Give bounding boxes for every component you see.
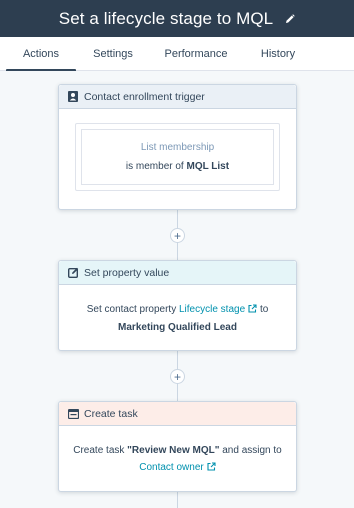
create-task-middle: and assign to bbox=[222, 445, 282, 456]
connector-line bbox=[177, 491, 178, 508]
set-property-header: Set property value bbox=[59, 261, 296, 285]
enrollment-trigger-title: Contact enrollment trigger bbox=[84, 90, 205, 103]
tab-performance[interactable]: Performance bbox=[158, 37, 234, 70]
edit-square-icon bbox=[67, 267, 79, 279]
tab-history[interactable]: History bbox=[248, 37, 308, 70]
tab-settings[interactable]: Settings bbox=[80, 37, 146, 70]
create-task-prefix: Create task bbox=[73, 445, 125, 456]
filter-description: is member of MQL List bbox=[126, 161, 229, 172]
set-property-title: Set property value bbox=[84, 266, 170, 279]
task-name: "Review New MQL" bbox=[127, 445, 220, 456]
set-property-prefix: Set contact property bbox=[86, 304, 177, 315]
property-link[interactable]: Lifecycle stage bbox=[179, 304, 245, 315]
set-property-card[interactable]: Set property value Set contact property … bbox=[58, 260, 297, 351]
filter-inner: List membership is member of MQL List bbox=[81, 129, 274, 185]
create-task-title: Create task bbox=[84, 407, 138, 420]
external-link-icon[interactable] bbox=[248, 302, 257, 319]
filter-prefix: is member of bbox=[125, 161, 184, 172]
edit-pencil-icon[interactable] bbox=[285, 13, 295, 24]
set-property-connector: to bbox=[259, 304, 269, 315]
assignee-link[interactable]: Contact owner bbox=[139, 462, 203, 473]
tab-actions[interactable]: Actions bbox=[6, 37, 76, 72]
property-value: Marketing Qualified Lead bbox=[118, 322, 237, 333]
external-link-icon[interactable] bbox=[207, 460, 216, 477]
enrollment-trigger-header: Contact enrollment trigger bbox=[59, 85, 296, 109]
filter-box[interactable]: List membership is member of MQL List bbox=[75, 123, 280, 191]
workflow-title: Set a lifecycle stage to MQL bbox=[58, 8, 274, 28]
filter-value: MQL List bbox=[186, 161, 230, 172]
tab-bar: Actions Settings Performance History bbox=[0, 37, 354, 72]
contact-person-icon bbox=[67, 91, 79, 103]
add-action-button[interactable]: + bbox=[170, 369, 185, 384]
filter-name: List membership bbox=[140, 142, 215, 153]
enrollment-trigger-card[interactable]: Contact enrollment trigger List membersh… bbox=[58, 84, 297, 210]
add-action-button[interactable]: + bbox=[170, 228, 185, 243]
workflow-canvas: + + Contact enrollment trigger List memb… bbox=[0, 71, 354, 508]
task-icon bbox=[67, 408, 79, 420]
set-property-line: Set contact property Lifecycle stage to bbox=[59, 301, 296, 319]
workflow-header: Set a lifecycle stage to MQL bbox=[0, 0, 354, 37]
assignee-line: Contact owner bbox=[59, 459, 296, 477]
create-task-line: Create task "Review New MQL" and assign … bbox=[59, 442, 296, 459]
create-task-card[interactable]: Create task Create task "Review New MQL"… bbox=[58, 401, 297, 492]
create-task-header: Create task bbox=[59, 402, 296, 426]
